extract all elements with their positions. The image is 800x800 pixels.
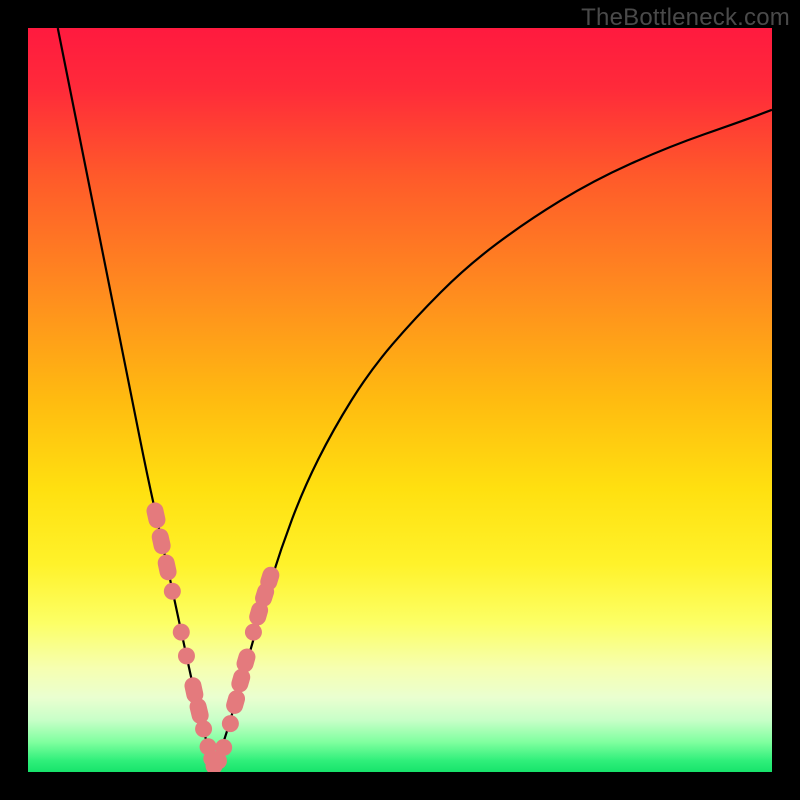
highlight-marker xyxy=(215,739,232,756)
plot-area xyxy=(28,28,772,772)
watermark-label: TheBottleneck.com xyxy=(581,4,790,32)
chart-svg xyxy=(28,28,772,772)
highlight-marker xyxy=(222,715,239,732)
highlight-marker xyxy=(178,647,195,664)
gradient-background xyxy=(28,28,772,772)
chart-frame: TheBottleneck.com xyxy=(0,0,800,800)
highlight-marker xyxy=(245,624,262,641)
highlight-marker xyxy=(173,624,190,641)
highlight-marker xyxy=(164,583,181,600)
highlight-marker xyxy=(195,720,212,737)
